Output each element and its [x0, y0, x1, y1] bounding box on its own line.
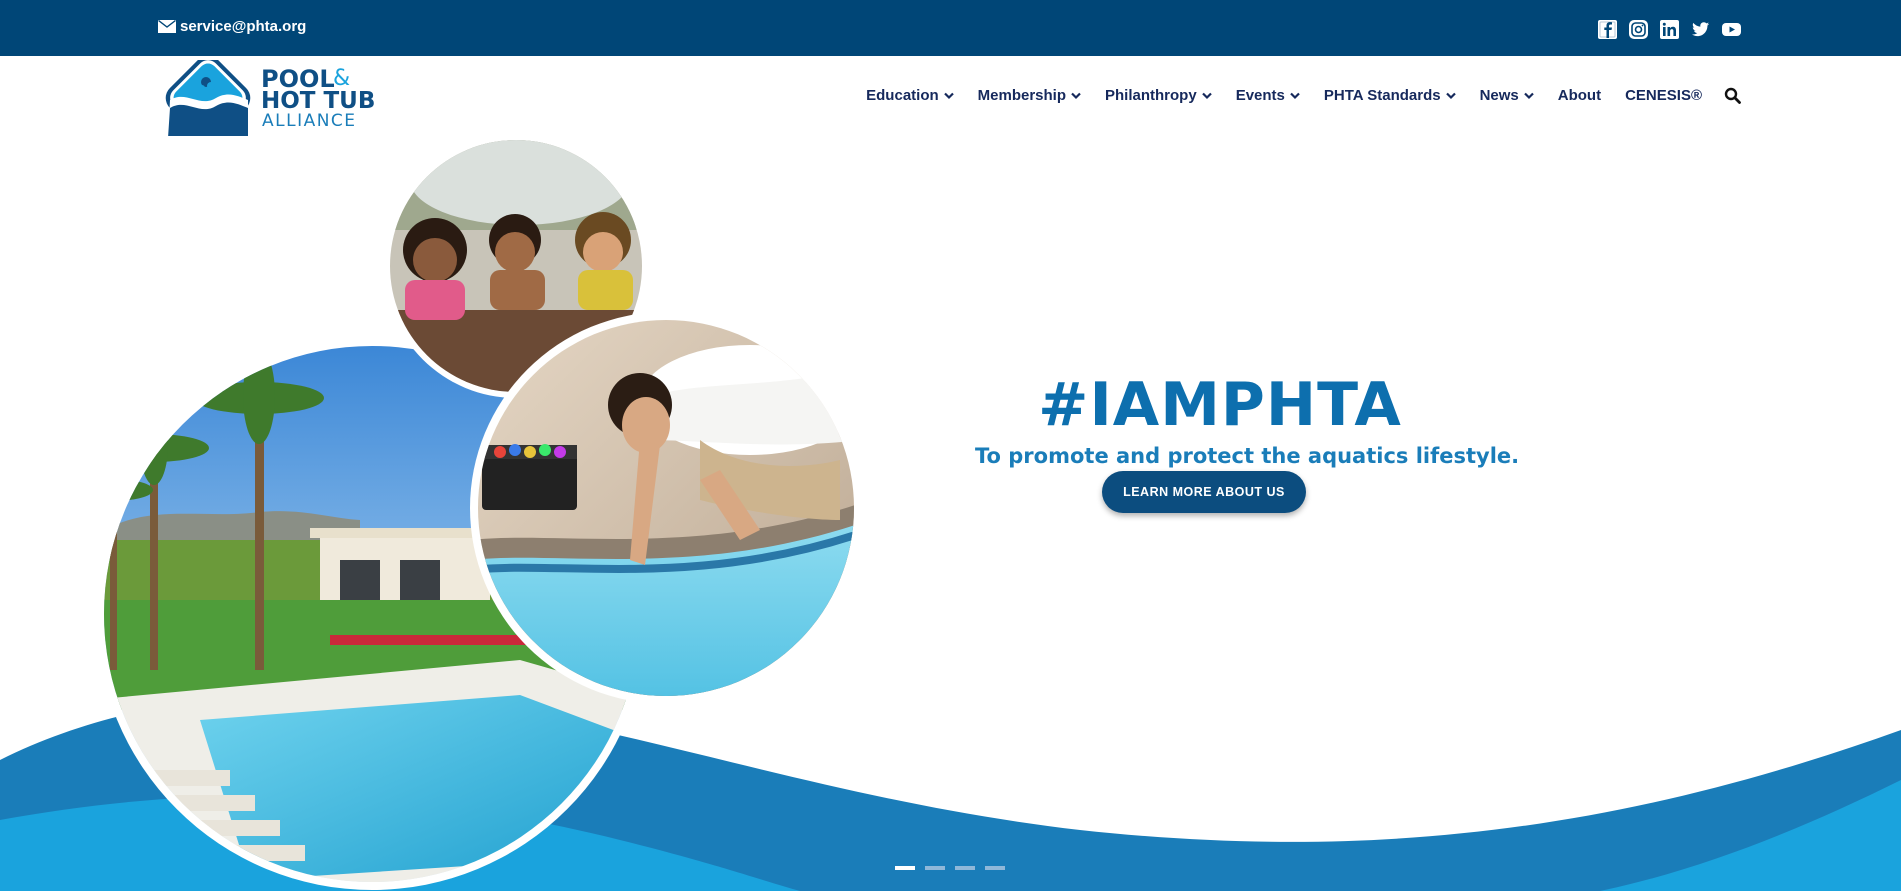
twitter-icon[interactable]: [1690, 19, 1711, 40]
pool-hot-tub-alliance-logo[interactable]: POOL & HOT TUB ALLIANCE: [158, 60, 378, 136]
search-icon[interactable]: [1724, 87, 1741, 104]
hero-scene: [0, 140, 1901, 891]
contact-email-text: service@phta.org: [180, 18, 307, 35]
nav-item-philanthropy[interactable]: Philanthropy: [1105, 87, 1212, 104]
mail-icon: [158, 20, 176, 33]
learn-more-button[interactable]: LEARN MORE ABOUT US: [1102, 471, 1306, 513]
nav-item-news[interactable]: News: [1480, 87, 1534, 104]
hero-hashtag: #IAMPHTA: [1038, 370, 1402, 440]
nav-item-events[interactable]: Events: [1236, 87, 1300, 104]
instagram-icon[interactable]: [1628, 19, 1649, 40]
linkedin-icon[interactable]: [1659, 19, 1680, 40]
chevron-down-icon: [1201, 92, 1212, 99]
nav-item-label: Education: [866, 87, 939, 104]
nav-item-label: PHTA Standards: [1323, 87, 1441, 104]
youtube-icon[interactable]: [1721, 19, 1742, 40]
hero-headline: #IAMPHTA To promote and protect the aqua…: [975, 370, 1520, 468]
nav-item-education[interactable]: Education: [866, 87, 954, 104]
chevron-down-icon: [1071, 92, 1081, 99]
nav-item-label: News: [1479, 87, 1519, 104]
nav-item-about[interactable]: About: [1558, 87, 1601, 104]
nav-item-cenesis[interactable]: CENESIS®: [1625, 87, 1702, 104]
chevron-down-icon: [1445, 92, 1456, 99]
facebook-icon[interactable]: [1597, 19, 1618, 40]
nav-item-label: Events: [1235, 87, 1285, 104]
nav-item-label: Membership: [977, 87, 1067, 104]
main-nav: Education Membership Philanthropy Events…: [866, 87, 1741, 104]
slide-dot-1[interactable]: [895, 866, 915, 870]
chevron-down-icon: [943, 92, 954, 99]
hero-slider: #IAMPHTA To promote and protect the aqua…: [0, 140, 1901, 891]
top-bar: service@phta.org: [0, 0, 1901, 56]
nav-item-label: CENESIS®: [1625, 87, 1702, 104]
nav-item-label: Philanthropy: [1105, 87, 1197, 104]
slide-dot-3[interactable]: [955, 866, 975, 870]
nav-item-membership[interactable]: Membership: [978, 87, 1081, 104]
nav-item-phta-standards[interactable]: PHTA Standards: [1324, 87, 1456, 104]
hero-subtitle: To promote and protect the aquatics life…: [975, 444, 1520, 468]
chevron-down-icon: [1523, 92, 1534, 99]
social-links: [1597, 19, 1742, 40]
nav-item-label: About: [1557, 87, 1602, 104]
slide-dot-2[interactable]: [925, 866, 945, 870]
slider-pagination: [895, 866, 1005, 870]
logo-text-alliance: ALLIANCE: [262, 111, 357, 131]
contact-email[interactable]: service@phta.org: [158, 18, 306, 35]
slide-dot-4[interactable]: [985, 866, 1005, 870]
chevron-down-icon: [1290, 92, 1300, 99]
